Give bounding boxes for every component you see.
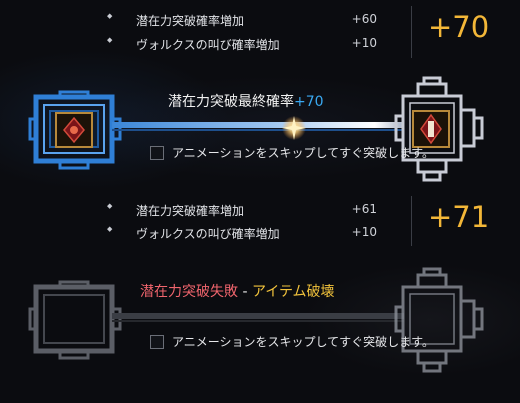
- key-head-grey: [394, 267, 484, 373]
- skip-animation-option-2[interactable]: アニメーションをスキップしてすぐ突破します。: [150, 333, 434, 350]
- key-bow-grey: [28, 280, 122, 360]
- skip-animation-checkbox[interactable]: [150, 334, 164, 349]
- skip-animation-label: アニメーションをスキップしてすぐ突破します。: [172, 335, 434, 349]
